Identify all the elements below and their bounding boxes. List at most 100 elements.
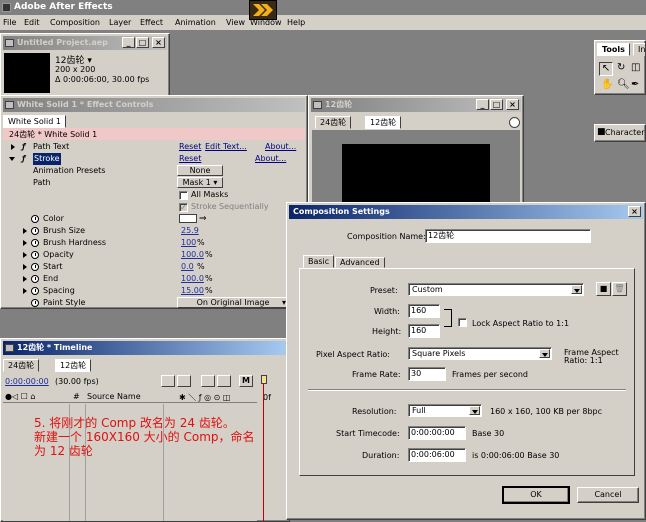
app-icon xyxy=(2,3,11,12)
stroke-seq-checkbox[interactable]: ✓ xyxy=(179,203,188,212)
hand-tool-icon[interactable]: ✋ xyxy=(601,79,613,90)
stroke-reset[interactable]: Reset xyxy=(179,153,201,165)
cancel-button[interactable]: Cancel xyxy=(577,487,639,503)
maximize-button[interactable]: □ xyxy=(136,37,149,48)
spacing-value[interactable]: 15.00 xyxy=(181,285,204,297)
resolution-dropdown[interactable]: Full xyxy=(408,404,482,417)
expand-triangle-icon[interactable] xyxy=(23,240,27,246)
rotate-tool-icon[interactable]: ↻ xyxy=(617,62,625,73)
duration-input[interactable]: 0:00:06:00 xyxy=(408,448,466,462)
expand-triangle-icon[interactable] xyxy=(23,276,27,282)
stopwatch-icon[interactable] xyxy=(31,299,39,307)
menu-layer[interactable]: Layer xyxy=(109,18,131,27)
live-update-icon[interactable] xyxy=(177,375,191,387)
stopwatch-icon[interactable] xyxy=(31,287,39,295)
animation-presets-row: Animation Presets None xyxy=(3,165,305,177)
menu-view[interactable]: View xyxy=(226,18,245,27)
tab-info[interactable]: In xyxy=(633,43,645,56)
pixel-aspect-dropdown[interactable]: Square Pixels xyxy=(408,347,552,360)
minimize-button[interactable]: _ xyxy=(476,99,489,110)
stroke-about[interactable]: About... xyxy=(255,153,286,165)
path-dropdown[interactable]: Mask 1 ▾ xyxy=(177,177,223,188)
pen-tool-icon[interactable]: ✒ xyxy=(631,79,639,90)
start-timecode-input[interactable]: 0:00:00:00 xyxy=(408,426,466,440)
tab-timeline-24[interactable]: 24齿轮 xyxy=(3,359,40,372)
width-value: 160 xyxy=(411,306,427,315)
close-button[interactable]: × xyxy=(152,37,165,48)
comp-name-input[interactable]: 12齿轮 xyxy=(425,229,591,243)
panel-menu-button[interactable] xyxy=(509,117,520,128)
draft-3d-icon[interactable] xyxy=(201,375,215,387)
menu-composition[interactable]: Composition xyxy=(50,18,100,27)
eyedropper-icon[interactable]: ⇒ xyxy=(199,213,207,225)
motion-blur-icon[interactable]: M xyxy=(239,375,253,387)
start-row: Start 0.0 % xyxy=(3,261,305,273)
effect-controls-layer-name: 24齿轮 * White Solid 1 xyxy=(9,130,98,139)
delete-preset-button[interactable]: 🗑︎ xyxy=(612,282,627,296)
save-preset-button[interactable]: ■ xyxy=(596,282,611,296)
shy-icon[interactable] xyxy=(217,375,231,387)
lock-aspect-checkbox[interactable] xyxy=(458,318,467,327)
tab-timeline-12[interactable]: 12齿轮 xyxy=(55,359,92,372)
all-masks-checkbox[interactable] xyxy=(179,191,188,200)
tab-tools[interactable]: Tools xyxy=(597,43,630,56)
expand-triangle-icon[interactable] xyxy=(23,228,27,234)
brush-hardness-value[interactable]: 100 xyxy=(181,237,196,249)
expand-triangle-icon[interactable] xyxy=(23,252,27,258)
menu-help[interactable]: Help xyxy=(287,18,305,27)
close-button[interactable]: × xyxy=(628,206,641,217)
menu-edit[interactable]: Edit xyxy=(24,18,40,27)
stopwatch-icon[interactable] xyxy=(31,263,39,271)
opacity-value[interactable]: 100.0 xyxy=(181,249,204,261)
camera-tool-icon[interactable]: ◫ xyxy=(631,62,640,73)
preset-dropdown[interactable]: Custom xyxy=(408,283,584,296)
tab-comp-24[interactable]: 24齿轮 xyxy=(315,116,352,129)
stopwatch-icon[interactable] xyxy=(31,239,39,247)
expand-triangle-icon[interactable] xyxy=(23,264,27,270)
menu-effect[interactable]: Effect xyxy=(140,18,163,27)
color-row: Color ⇒ xyxy=(3,213,305,225)
stopwatch-icon[interactable] xyxy=(31,227,39,235)
color-swatch[interactable] xyxy=(179,214,197,223)
animation-presets-value: None xyxy=(189,166,211,175)
zoom-tool-icon[interactable]: 🔍︎ xyxy=(617,79,630,90)
end-value[interactable]: 100.0 xyxy=(181,273,204,285)
expand-triangle-icon[interactable] xyxy=(23,288,27,294)
stopwatch-icon[interactable] xyxy=(31,275,39,283)
frame-rate-input[interactable]: 30 xyxy=(408,367,446,381)
expand-triangle-icon[interactable] xyxy=(11,144,15,150)
width-input[interactable]: 160 xyxy=(408,304,440,318)
character-label[interactable]: Character xyxy=(605,128,645,137)
dropdown-arrow-icon xyxy=(571,285,582,294)
tab-comp-12[interactable]: 12齿轮 xyxy=(365,116,402,129)
menu-file[interactable]: File xyxy=(3,18,16,27)
stopwatch-icon[interactable] xyxy=(31,251,39,259)
ok-button[interactable]: OK xyxy=(502,486,570,504)
collapse-triangle-icon[interactable] xyxy=(9,157,15,161)
height-input[interactable]: 160 xyxy=(408,324,440,338)
minimize-button[interactable]: _ xyxy=(122,37,135,48)
brush-size-value[interactable]: 25.9 xyxy=(181,225,199,237)
path-text-about[interactable]: About... xyxy=(265,141,296,153)
close-button[interactable]: × xyxy=(506,99,519,110)
path-text-edit[interactable]: Edit Text... xyxy=(205,141,247,153)
column-source-name: Source Name xyxy=(87,392,141,401)
frame-rate-value: 30 xyxy=(411,369,422,378)
path-text-reset[interactable]: Reset xyxy=(179,141,201,153)
path-label: Path xyxy=(33,178,51,187)
fx-icon[interactable]: ƒ xyxy=(21,141,26,153)
start-value[interactable]: 0.0 xyxy=(181,261,194,273)
end-row: End 100.0 % xyxy=(3,273,305,285)
menu-animation[interactable]: Animation xyxy=(175,18,216,27)
paint-style-dropdown[interactable]: On Original Image ▾ xyxy=(177,297,289,308)
maximize-button[interactable]: □ xyxy=(490,99,503,110)
fx-icon[interactable]: ƒ xyxy=(21,153,26,165)
select-tool-icon[interactable]: ↖ xyxy=(599,62,613,76)
current-time[interactable]: 0:00:00:00 xyxy=(5,377,49,386)
comp-flowchart-icon[interactable] xyxy=(161,375,175,387)
animation-presets-dropdown[interactable]: None xyxy=(177,165,223,176)
tab-advanced[interactable]: Advanced xyxy=(335,257,385,268)
stopwatch-icon[interactable] xyxy=(31,215,39,223)
tab-basic[interactable]: Basic xyxy=(303,255,335,268)
tab-white-solid[interactable]: White Solid 1 xyxy=(3,115,66,128)
